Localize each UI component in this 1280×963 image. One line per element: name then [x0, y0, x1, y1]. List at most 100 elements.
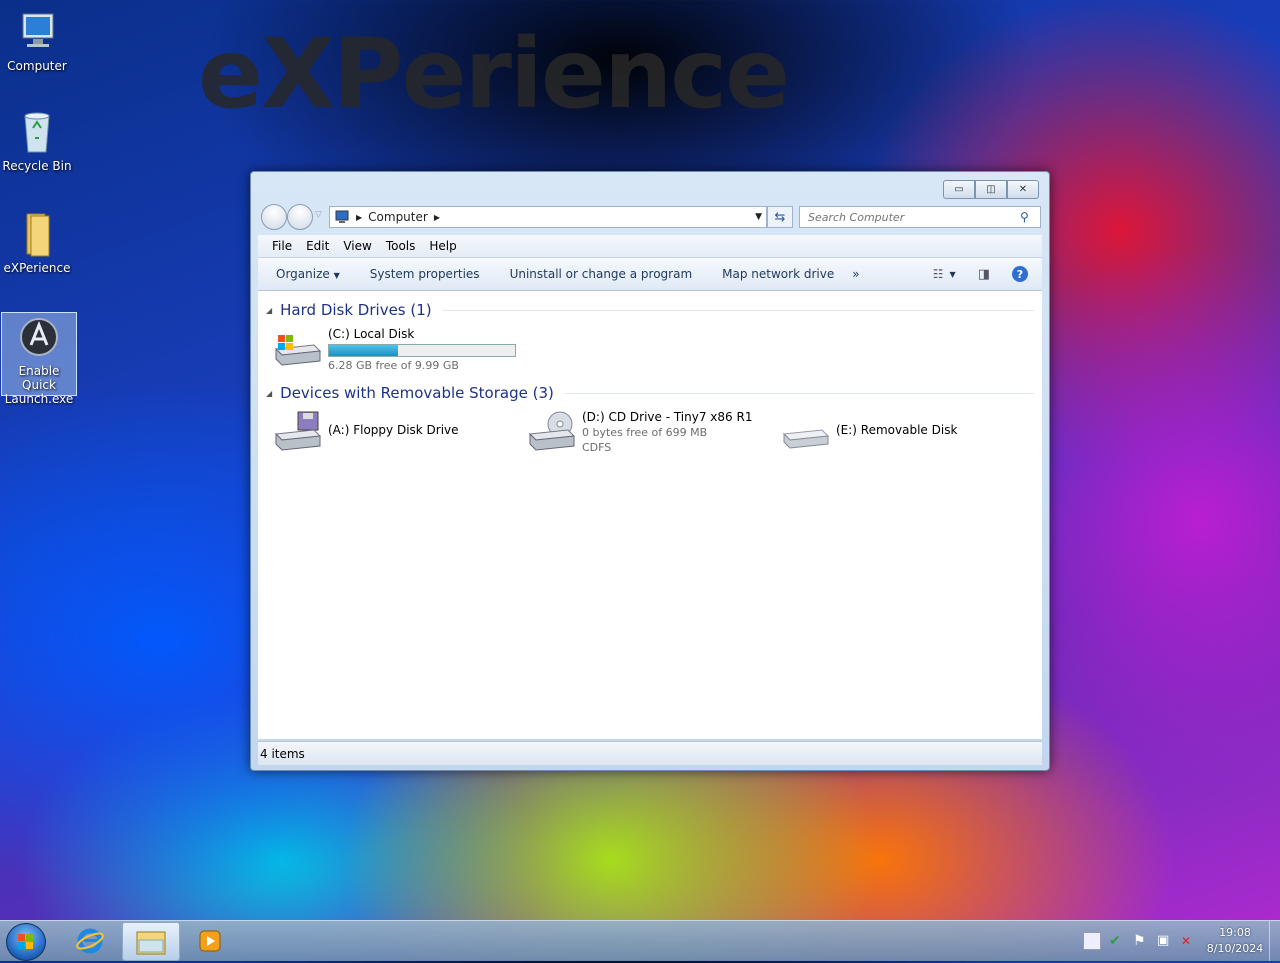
desktop-icon-label: eXPerience: [3, 261, 71, 275]
menu-view[interactable]: View: [343, 239, 371, 253]
breadcrumb-separator-icon[interactable]: ▶: [356, 213, 362, 222]
status-bar: 4 items: [258, 741, 1042, 765]
minimize-icon: ▭: [954, 184, 964, 195]
menu-help[interactable]: Help: [429, 239, 456, 253]
maximize-icon: ◫: [986, 184, 996, 195]
drive-name: (A:) Floppy Disk Drive: [328, 423, 459, 437]
drive-name: (D:) CD Drive - Tiny7 x86 R1: [582, 410, 753, 424]
network-icon[interactable]: ▣: [1157, 933, 1173, 949]
view-options-dropdown-icon[interactable]: ▼: [950, 270, 956, 279]
refresh-icon: ⇆: [774, 209, 786, 225]
start-button[interactable]: [6, 923, 46, 961]
recycle-bin-icon: [24, 112, 50, 153]
media-player-icon: [199, 930, 221, 951]
more-commands-button[interactable]: »: [852, 267, 859, 281]
drive-a-floppy[interactable]: (A:) Floppy Disk Drive: [274, 410, 459, 454]
drive-e-removable[interactable]: (E:) Removable Disk: [782, 410, 957, 454]
explorer-window: ▭ ◫ ✕ ▽ ▶ Computer ▶ ▼ ⇆ ⚲ File Edit Vie…: [250, 171, 1050, 771]
cd-drive-icon: [528, 411, 576, 451]
organize-label: Organize: [276, 267, 330, 281]
status-item-count: 4 items: [260, 746, 305, 761]
organize-button[interactable]: Organize ▼: [276, 267, 340, 281]
address-dropdown-icon[interactable]: ▼: [755, 212, 762, 222]
close-button[interactable]: ✕: [1007, 180, 1039, 199]
search-icon[interactable]: ⚲: [1020, 210, 1029, 224]
caption-buttons: ▭ ◫ ✕: [943, 180, 1039, 199]
clock-date: 8/10/2024: [1206, 942, 1264, 955]
windows-logo-icon: [18, 934, 33, 949]
help-icon[interactable]: ?: [1012, 266, 1028, 282]
internet-explorer-icon: [76, 928, 104, 953]
search-input[interactable]: [806, 209, 1020, 225]
menu-edit[interactable]: Edit: [306, 239, 329, 253]
computer-icon: [22, 13, 54, 47]
show-desktop-button[interactable]: [1269, 921, 1280, 961]
back-button[interactable]: [261, 204, 287, 230]
taskbar-internet-explorer[interactable]: [62, 922, 118, 959]
volume-muted-icon[interactable]: ✕: [1181, 933, 1197, 949]
menu-tools[interactable]: Tools: [386, 239, 416, 253]
drive-filesystem: CDFS: [582, 441, 612, 454]
clock[interactable]: 19:08 8/10/2024: [1201, 925, 1269, 957]
group-divider: [441, 309, 1034, 311]
chevron-down-icon: ▼: [333, 271, 340, 280]
system-properties-button[interactable]: System properties: [370, 267, 480, 281]
desktop-icon-label: Recycle Bin: [2, 159, 72, 173]
system-tray: ✔ ⚑ ▣ ✕ 19:08 8/10/2024: [1079, 921, 1280, 961]
desktop-icon-computer[interactable]: Computer: [0, 8, 74, 73]
drive-c-local-disk[interactable]: (C:) Local Disk 6.28 GB free of 9.99 GB: [274, 327, 516, 372]
refresh-button[interactable]: ⇆: [767, 206, 793, 228]
disk-usage-bar: [328, 344, 516, 357]
taskbar-windows-explorer[interactable]: [122, 922, 180, 961]
drive-name: (C:) Local Disk: [328, 327, 415, 341]
collapse-triangle-icon: ◢: [266, 388, 273, 398]
security-shield-icon[interactable]: ✔: [1109, 933, 1125, 949]
close-icon: ✕: [1018, 184, 1028, 195]
quick-launch-app-icon: [20, 318, 58, 356]
action-center-flag-icon[interactable]: ⚑: [1133, 933, 1149, 949]
collapse-triangle-icon: ◢: [266, 305, 273, 315]
group-header-removable-storage[interactable]: ◢ Devices with Removable Storage (3): [266, 384, 1034, 402]
taskbar: ✔ ⚑ ▣ ✕ 19:08 8/10/2024: [0, 920, 1280, 961]
minimize-button[interactable]: ▭: [943, 180, 975, 199]
group-title: Devices with Removable Storage (3): [280, 384, 554, 402]
taskbar-media-player[interactable]: [182, 922, 238, 959]
menu-bar: File Edit View Tools Help: [258, 235, 1042, 258]
wallpaper-logo-text: eXPerience: [198, 18, 790, 130]
folder-icon: [26, 213, 50, 257]
hard-drive-icon: [274, 335, 322, 366]
breadcrumb-separator-icon[interactable]: ▶: [434, 213, 440, 222]
uninstall-program-button[interactable]: Uninstall or change a program: [510, 267, 693, 281]
computer-small-icon: [335, 210, 349, 223]
drive-d-cd[interactable]: (D:) CD Drive - Tiny7 x86 R1 0 bytes fre…: [528, 410, 752, 454]
drive-free-space: 6.28 GB free of 9.99 GB: [328, 359, 459, 372]
forward-button[interactable]: [287, 204, 313, 230]
navigation-bar: ▽ ▶ Computer ▶ ▼ ⇆ ⚲: [259, 204, 1041, 230]
search-box[interactable]: ⚲: [799, 206, 1041, 228]
desktop-icon-recycle-bin[interactable]: Recycle Bin: [0, 108, 74, 173]
address-bar[interactable]: ▶ Computer ▶ ▼: [329, 206, 767, 228]
floppy-drive-icon: [274, 411, 322, 451]
menu-file[interactable]: File: [272, 239, 292, 253]
group-divider: [563, 392, 1034, 394]
recent-pages-chevron-icon[interactable]: ▽: [315, 210, 322, 220]
content-pane: ◢ Hard Disk Drives (1) (C:) Local Disk 6…: [258, 291, 1042, 739]
desktop-icon-enable-quick-launch[interactable]: Enable Quick Launch.exe: [1, 312, 77, 406]
notes-icon[interactable]: [1083, 932, 1101, 950]
desktop-icon-experience[interactable]: eXPerience: [0, 210, 74, 275]
explorer-folder-icon: [136, 931, 166, 954]
removable-disk-icon: [782, 429, 830, 449]
preview-pane-button[interactable]: ◨: [978, 267, 990, 282]
breadcrumb-computer[interactable]: Computer: [368, 210, 428, 224]
command-bar: Organize ▼ System properties Uninstall o…: [258, 258, 1042, 291]
group-title: Hard Disk Drives (1): [280, 301, 432, 319]
desktop-icon-label: Enable Quick Launch.exe: [4, 364, 74, 406]
drive-name: (E:) Removable Disk: [836, 423, 958, 437]
group-header-hard-disk-drives[interactable]: ◢ Hard Disk Drives (1): [266, 301, 1034, 319]
maximize-button[interactable]: ◫: [975, 180, 1007, 199]
clock-time: 19:08: [1219, 926, 1251, 939]
drive-free-space: 0 bytes free of 699 MB: [582, 426, 708, 439]
change-view-button[interactable]: ☷: [933, 267, 944, 281]
desktop-icon-label: Computer: [7, 59, 67, 73]
map-network-drive-button[interactable]: Map network drive: [722, 267, 834, 281]
